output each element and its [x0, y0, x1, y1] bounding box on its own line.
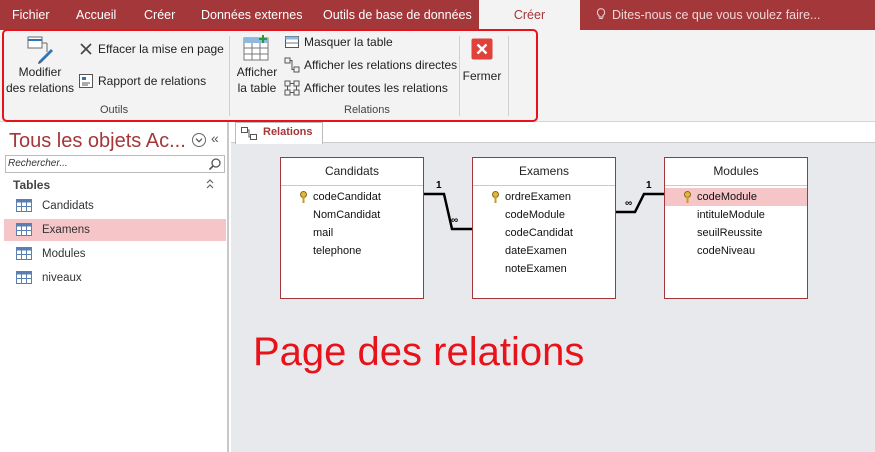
- relationship-line-modules-examens[interactable]: [616, 192, 664, 214]
- table-field[interactable]: intituleModule: [665, 206, 807, 224]
- table-field[interactable]: noteExamen: [473, 260, 615, 278]
- field-name: codeCandidat: [313, 191, 381, 203]
- table-title: Examens: [473, 158, 615, 186]
- table-title: Modules: [665, 158, 807, 186]
- field-name: ordreExamen: [505, 191, 572, 203]
- key-icon: [492, 191, 499, 203]
- table-box-candidats[interactable]: Candidats codeCandidat NomCandidat mail …: [280, 157, 424, 299]
- relationship-line-candidats-examens[interactable]: [424, 192, 472, 231]
- table-field-selected[interactable]: codeModule: [665, 188, 807, 206]
- field-name: codeModule: [505, 209, 565, 221]
- field-name: codeModule: [697, 191, 757, 203]
- relation-many-label: ∞: [451, 215, 459, 226]
- annotation-text: Page des relations: [253, 330, 585, 374]
- field-name: seuilReussite: [697, 227, 763, 239]
- table-title: Candidats: [281, 158, 423, 186]
- table-field[interactable]: mail: [281, 224, 423, 242]
- field-name: intituleModule: [697, 209, 765, 221]
- relation-one-label: 1: [436, 180, 442, 191]
- table-field[interactable]: telephone: [281, 242, 423, 260]
- field-name: codeNiveau: [697, 245, 756, 257]
- table-field[interactable]: codeCandidat: [281, 188, 423, 206]
- relation-one-label: 1: [646, 180, 652, 191]
- table-field[interactable]: codeNiveau: [665, 242, 807, 260]
- key-icon: [684, 191, 691, 203]
- field-name: telephone: [313, 245, 362, 257]
- relation-many-label: ∞: [625, 198, 633, 209]
- table-field[interactable]: codeModule: [473, 206, 615, 224]
- table-field[interactable]: seuilReussite: [665, 224, 807, 242]
- table-field[interactable]: ordreExamen: [473, 188, 615, 206]
- field-name: NomCandidat: [313, 209, 381, 221]
- field-name: dateExamen: [505, 245, 567, 257]
- field-name: noteExamen: [505, 263, 567, 275]
- table-box-modules[interactable]: Modules codeModule intituleModule seuilR…: [664, 157, 808, 299]
- table-field[interactable]: NomCandidat: [281, 206, 423, 224]
- field-name: codeCandidat: [505, 227, 573, 239]
- table-field[interactable]: dateExamen: [473, 242, 615, 260]
- table-field[interactable]: codeCandidat: [473, 224, 615, 242]
- key-icon: [300, 191, 307, 203]
- field-name: mail: [313, 227, 334, 239]
- table-box-examens[interactable]: Examens ordreExamen codeModule codeCandi…: [472, 157, 616, 299]
